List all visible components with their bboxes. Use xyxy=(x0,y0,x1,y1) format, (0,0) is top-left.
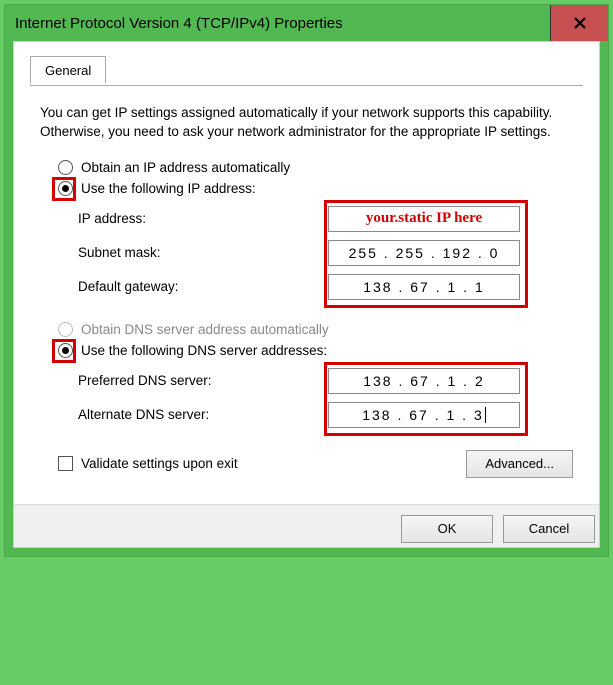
cancel-button[interactable]: Cancel xyxy=(503,515,595,543)
text-cursor xyxy=(485,407,486,423)
input-subnet[interactable]: 255 . 255 . 192 . 0 xyxy=(328,240,520,266)
description-text: You can get IP settings assigned automat… xyxy=(40,104,573,142)
window-title: Internet Protocol Version 4 (TCP/IPv4) P… xyxy=(15,15,550,32)
close-button[interactable] xyxy=(550,5,608,41)
tab-body: You can get IP settings assigned automat… xyxy=(30,86,583,488)
tab-general[interactable]: General xyxy=(30,56,106,84)
tab-underline xyxy=(30,85,583,86)
input-alternate-dns[interactable]: 138 . 67 . 1 . 3 xyxy=(328,402,520,428)
row-preferred-dns: Preferred DNS server: 138 . 67 . 1 . 2 xyxy=(78,364,573,398)
ip-auto-row[interactable]: Obtain an IP address automatically xyxy=(58,160,573,175)
validate-row[interactable]: Validate settings upon exit xyxy=(58,456,238,471)
label-validate: Validate settings upon exit xyxy=(81,456,238,471)
radio-ip-auto-label: Obtain an IP address automatically xyxy=(81,160,290,175)
close-icon xyxy=(573,16,587,30)
row-ip-address: IP address: your.static IP here xyxy=(78,202,573,236)
radio-dns-manual-label: Use the following DNS server addresses: xyxy=(81,343,327,358)
row-alternate-dns: Alternate DNS server: 138 . 67 . 1 . 3 xyxy=(78,398,573,432)
tab-strip: General xyxy=(30,56,583,86)
advanced-row: Advanced... xyxy=(466,450,573,478)
alternate-dns-value: 138 . 67 . 1 . 3 xyxy=(362,407,484,423)
tcpip-properties-window: Internet Protocol Version 4 (TCP/IPv4) P… xyxy=(4,4,609,557)
ip-manual-row[interactable]: Use the following IP address: xyxy=(58,181,573,196)
radio-ip-manual-label: Use the following IP address: xyxy=(81,181,256,196)
dns-field-group: Preferred DNS server: 138 . 67 . 1 . 2 A… xyxy=(78,364,573,432)
dialog-buttons: OK Cancel xyxy=(14,504,599,547)
titlebar: Internet Protocol Version 4 (TCP/IPv4) P… xyxy=(5,5,608,41)
input-gateway[interactable]: 138 . 67 . 1 . 1 xyxy=(328,274,520,300)
radio-dns-auto xyxy=(58,322,73,337)
advanced-button[interactable]: Advanced... xyxy=(466,450,573,478)
label-gateway: Default gateway: xyxy=(78,279,328,294)
ok-button[interactable]: OK xyxy=(401,515,493,543)
checkbox-validate[interactable] xyxy=(58,456,73,471)
input-ip-address[interactable]: your.static IP here xyxy=(328,206,520,232)
label-preferred-dns: Preferred DNS server: xyxy=(78,373,328,388)
radio-dns-auto-label: Obtain DNS server address automatically xyxy=(81,322,329,337)
label-ip-address: IP address: xyxy=(78,211,328,226)
label-alternate-dns: Alternate DNS server: xyxy=(78,407,328,422)
radio-ip-manual[interactable] xyxy=(58,181,73,196)
dns-auto-row: Obtain DNS server address automatically xyxy=(58,322,573,337)
dns-manual-row[interactable]: Use the following DNS server addresses: xyxy=(58,343,573,358)
row-subnet: Subnet mask: 255 . 255 . 192 . 0 xyxy=(78,236,573,270)
label-subnet: Subnet mask: xyxy=(78,245,328,260)
row-gateway: Default gateway: 138 . 67 . 1 . 1 xyxy=(78,270,573,304)
client-area: General You can get IP settings assigned… xyxy=(13,41,600,548)
radio-ip-auto[interactable] xyxy=(58,160,73,175)
ip-field-group: IP address: your.static IP here Subnet m… xyxy=(78,202,573,304)
input-preferred-dns[interactable]: 138 . 67 . 1 . 2 xyxy=(328,368,520,394)
radio-dns-manual[interactable] xyxy=(58,343,73,358)
